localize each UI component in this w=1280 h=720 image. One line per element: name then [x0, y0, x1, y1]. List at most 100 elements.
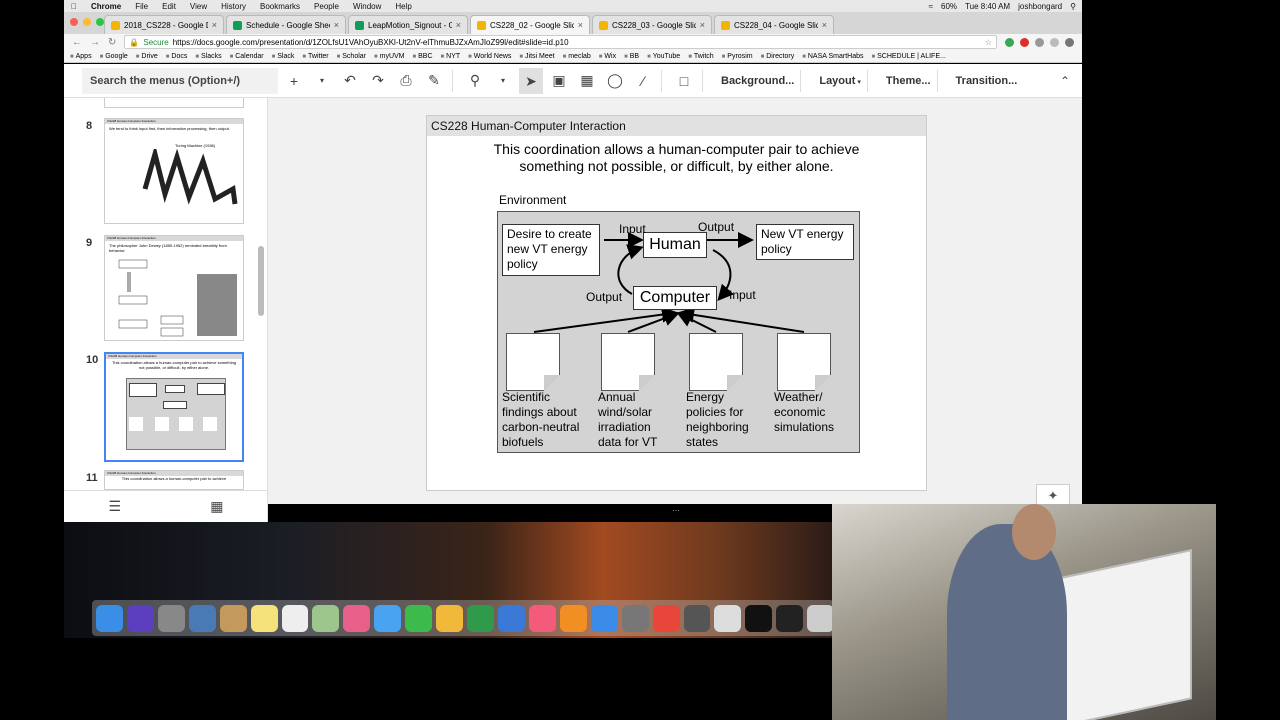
bookmark[interactable]: NYT — [441, 53, 460, 60]
close-tab-icon[interactable]: × — [700, 20, 705, 30]
close-tab-icon[interactable]: × — [456, 20, 461, 30]
preview-icon[interactable] — [188, 604, 216, 632]
facetime-icon[interactable] — [405, 604, 433, 632]
zoom-icon[interactable]: ⚲ — [463, 72, 487, 89]
bookmark[interactable]: Twitter — [302, 53, 329, 60]
ibooks-icon[interactable] — [559, 604, 587, 632]
bookmark[interactable]: Pyrosim — [722, 53, 752, 60]
search-menus-input[interactable]: Search the menus (Option+/) — [82, 67, 278, 94]
slide-thumbnail-7[interactable] — [104, 98, 244, 108]
bookmark[interactable]: Slacks — [195, 53, 222, 60]
grid-view-icon[interactable]: ▦ — [210, 498, 223, 515]
app-store-icon[interactable] — [590, 604, 618, 632]
new-slide-icon[interactable]: + — [282, 73, 306, 89]
close-tab-icon[interactable]: × — [578, 20, 583, 30]
filmstrip-scrollbar[interactable] — [258, 246, 264, 316]
bookmark[interactable]: Jitsi Meet — [519, 53, 555, 60]
bookmark[interactable]: SCHEDULE | ALIFE... — [871, 53, 946, 60]
extension-icon[interactable] — [1020, 37, 1029, 47]
zoom-dropdown-icon[interactable]: ▾ — [491, 76, 515, 85]
tab-cs228-04[interactable]: CS228_04 - Google Slides × — [714, 15, 834, 34]
terminal-icon[interactable] — [745, 604, 773, 632]
numbers-icon[interactable] — [467, 604, 494, 632]
bookmark[interactable]: Drive — [136, 53, 157, 60]
select-cursor-icon[interactable]: ➤ — [519, 67, 543, 94]
bookmark[interactable]: Google — [100, 53, 128, 60]
new-slide-dropdown-icon[interactable]: ▾ — [310, 76, 334, 85]
user-name[interactable]: joshbongard — [1018, 2, 1062, 11]
pages-icon[interactable] — [436, 604, 464, 632]
tab-cs228-03[interactable]: CS228_03 - Google Slides × — [592, 15, 712, 34]
keynote-icon[interactable] — [497, 604, 525, 632]
maps-icon[interactable] — [312, 604, 340, 632]
bookmark[interactable]: BBC — [413, 53, 432, 60]
transition-button[interactable]: Transition... — [956, 75, 1018, 87]
contacts-icon[interactable] — [219, 604, 247, 632]
system-preferences-icon[interactable] — [621, 604, 649, 632]
menu-bookmarks[interactable]: Bookmarks — [253, 2, 307, 11]
chrome-icon[interactable] — [652, 604, 680, 632]
undo-icon[interactable]: ↶ — [338, 72, 362, 89]
bookmark[interactable]: Wix — [599, 53, 616, 60]
image-icon[interactable]: ▦ — [575, 72, 599, 89]
menu-edit[interactable]: Edit — [155, 2, 183, 11]
paint-format-icon[interactable]: ✎ — [422, 72, 446, 89]
bookmark-star-icon[interactable]: ☆ — [985, 38, 992, 47]
print-icon[interactable]: ⎙ — [394, 72, 418, 89]
redo-icon[interactable]: ↷ — [366, 72, 390, 89]
gimp-icon[interactable] — [683, 604, 711, 632]
bookmark[interactable]: Docs — [166, 53, 187, 60]
new-policy-box[interactable]: New VT energy policy — [756, 224, 854, 260]
bookmark[interactable]: World News — [468, 53, 512, 60]
slide-thumbnail-10[interactable]: CS228 Human-Computer Interaction This co… — [104, 352, 244, 462]
zoom-window-button[interactable] — [96, 18, 104, 26]
desire-box[interactable]: Desire to create new VT energy policy — [502, 224, 600, 276]
menu-history[interactable]: History — [214, 2, 253, 11]
menu-icon[interactable] — [1065, 37, 1074, 47]
menu-chrome[interactable]: Chrome — [84, 2, 128, 11]
minimize-window-button[interactable] — [83, 18, 91, 26]
slide[interactable]: CS228 Human-Computer Interaction This co… — [426, 115, 927, 491]
tab-drive[interactable]: 2018_CS228 - Google Drive × — [104, 15, 224, 34]
bookmark[interactable]: Twitch — [688, 53, 714, 60]
search-icon[interactable]: ⚲ — [1070, 2, 1076, 11]
text-box-icon[interactable]: ▣ — [547, 72, 571, 89]
human-box[interactable]: Human — [643, 232, 707, 258]
slide-header[interactable]: CS228 Human-Computer Interaction — [427, 116, 926, 136]
close-tab-icon[interactable]: × — [334, 20, 339, 30]
bookmark[interactable]: Scholar — [337, 53, 366, 60]
menu-file[interactable]: File — [128, 2, 155, 11]
menu-window[interactable]: Window — [346, 2, 388, 11]
environment-label[interactable]: Environment — [499, 193, 566, 207]
slide-thumbnail-8[interactable]: CS228 Human-Computer Interaction We tend… — [104, 118, 244, 224]
bookmark[interactable]: Apps — [70, 53, 92, 60]
bookmark[interactable]: Directory — [761, 53, 794, 60]
theme-button[interactable]: Theme... — [886, 75, 931, 87]
menu-help[interactable]: Help — [388, 2, 418, 11]
filmstrip-view-icon[interactable]: ☰ — [109, 498, 122, 515]
menu-view[interactable]: View — [183, 2, 214, 11]
bookmark[interactable]: Calendar — [230, 53, 263, 60]
itunes-icon[interactable] — [528, 604, 556, 632]
activity-monitor-icon[interactable] — [776, 604, 804, 632]
photos-icon[interactable] — [343, 604, 371, 632]
environment-diagram[interactable]: Desire to create new VT energy policy Hu… — [497, 211, 860, 453]
close-tab-icon[interactable]: × — [822, 20, 827, 30]
computer-box[interactable]: Computer — [633, 286, 717, 310]
doc-label-biofuels[interactable]: Scientific findings about carbon-neutral… — [502, 390, 594, 450]
clock[interactable]: Tue 8:40 AM — [965, 2, 1010, 11]
extension-icon[interactable] — [1035, 37, 1044, 47]
slide-thumbnail-11[interactable]: CS228 Human-Computer Interaction This co… — [104, 470, 244, 490]
menu-people[interactable]: People — [307, 2, 346, 11]
url-text[interactable]: https://docs.google.com/presentation/d/1… — [173, 38, 569, 47]
bookmark[interactable]: YouTube — [647, 53, 681, 60]
shape-icon[interactable]: ◯ — [603, 72, 627, 89]
tab-cs228-02[interactable]: CS228_02 - Google Slides × — [470, 15, 590, 34]
wifi-icon[interactable]: ≈ — [929, 2, 933, 11]
launchpad-icon[interactable] — [157, 604, 185, 632]
close-window-button[interactable] — [70, 18, 78, 26]
reminders-icon[interactable] — [281, 604, 309, 632]
notes-icon[interactable] — [250, 604, 278, 632]
bookmark[interactable]: BB — [624, 53, 639, 60]
textedit-icon[interactable] — [714, 604, 742, 632]
